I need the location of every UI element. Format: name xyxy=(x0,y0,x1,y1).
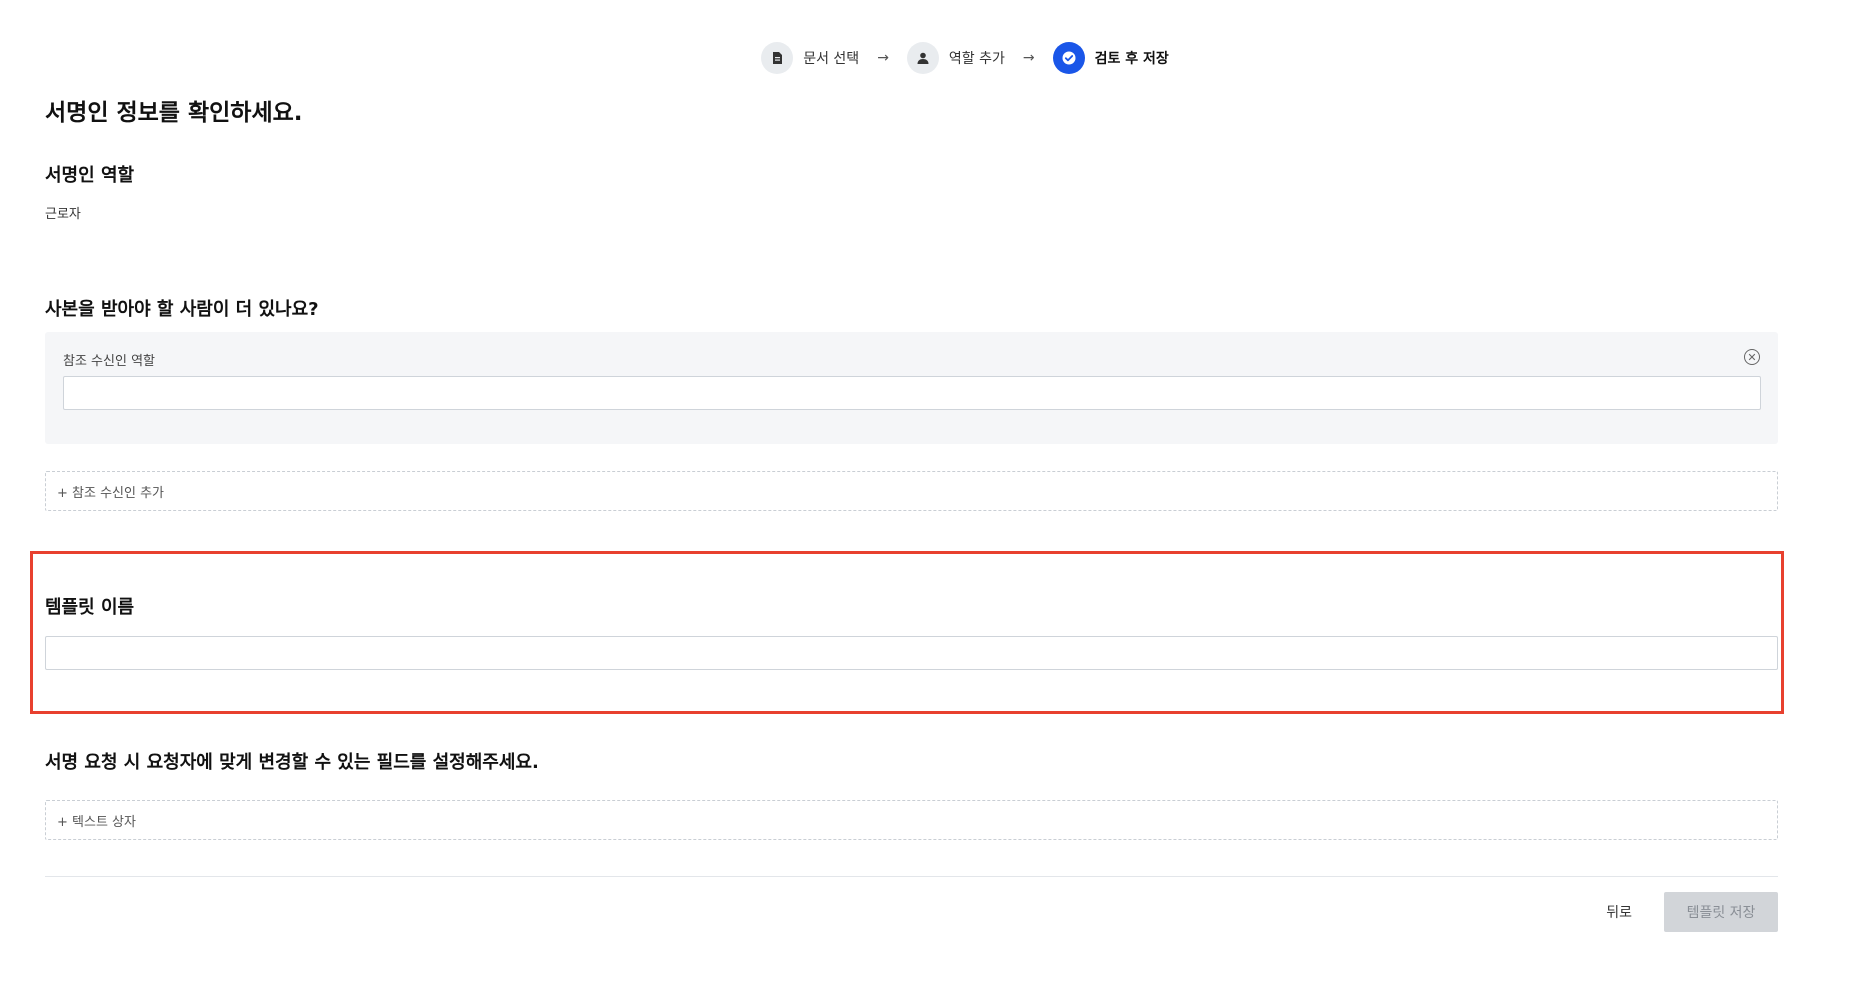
back-button[interactable]: 뒤로 xyxy=(1600,897,1638,927)
step-label: 역할 추가 xyxy=(948,51,1005,67)
footer-divider xyxy=(45,876,1778,877)
step-add-role: 역할 추가 xyxy=(906,42,1005,74)
document-icon xyxy=(761,42,794,74)
editable-fields-heading: 서명 요청 시 요청자에 맞게 변경할 수 있는 필드를 설정해주세요. xyxy=(45,752,539,773)
step-select-document: 문서 선택 xyxy=(761,42,859,74)
cc-role-label: 참조 수신인 역할 xyxy=(63,354,155,369)
cc-role-input[interactable] xyxy=(63,376,1761,410)
page-title: 서명인 정보를 확인하세요. xyxy=(45,100,303,126)
add-text-box-button[interactable]: + 텍스트 상자 xyxy=(45,800,1778,840)
signer-role-value: 근로자 xyxy=(45,207,81,222)
step-review-save: 검토 후 저장 xyxy=(1052,42,1169,74)
check-circle-icon xyxy=(1052,42,1085,74)
add-cc-recipient-button[interactable]: + 참조 수신인 추가 xyxy=(45,471,1778,511)
person-icon xyxy=(906,42,939,74)
close-circle-icon[interactable]: ✕ xyxy=(1744,349,1760,365)
step-label: 검토 후 저장 xyxy=(1094,51,1169,67)
step-label: 문서 선택 xyxy=(803,51,860,67)
arrow-right-icon: → xyxy=(877,50,889,66)
arrow-right-icon: → xyxy=(1022,50,1035,66)
template-name-heading: 템플릿 이름 xyxy=(45,597,135,618)
template-name-input[interactable] xyxy=(45,636,1778,670)
progress-stepper: 문서 선택 → 역할 추가 → 검토 후 저장 xyxy=(0,42,1860,74)
save-template-button[interactable]: 템플릿 저장 xyxy=(1664,892,1778,932)
cc-heading: 사본을 받아야 할 사람이 더 있나요? xyxy=(45,299,319,320)
template-name-highlight xyxy=(30,551,1784,714)
cc-recipient-panel: 참조 수신인 역할 ✕ xyxy=(45,332,1778,444)
signer-role-heading: 서명인 역할 xyxy=(45,165,135,186)
